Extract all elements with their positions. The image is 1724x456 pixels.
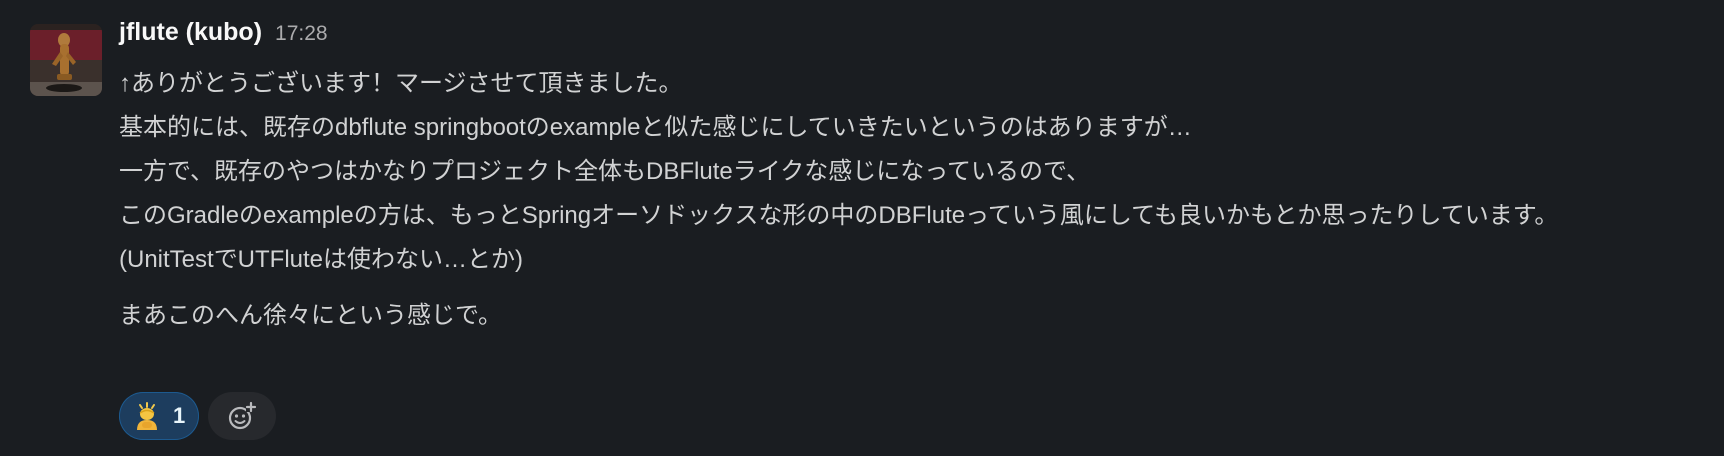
message-second-paragraph: まあこのへん徐々にという感じで。 <box>119 302 503 329</box>
message-container: jflute (kubo) 17:28 ↑ありがとうございます！マージさせて頂き… <box>0 0 1724 456</box>
message-line-4: このGradleのexampleの方は、もっとSpringオーソドックスな形の中… <box>119 202 1559 229</box>
author-name[interactable]: jflute (kubo) <box>119 18 262 47</box>
message-line-5: (UnitTestでUTFluteは使わない…とか) <box>119 246 524 273</box>
person-bowing-emoji-icon <box>137 402 157 430</box>
message-header: jflute (kubo) 17:28 <box>119 18 1709 62</box>
message-content: jflute (kubo) 17:28 ↑ありがとうございます！マージさせて頂き… <box>119 18 1709 338</box>
add-reaction-button[interactable] <box>208 392 277 440</box>
message-line-2: 基本的には、既存のdbflute springbootのexampleと似た感じ… <box>119 114 1192 141</box>
message-line-1: ↑ありがとうございます！マージさせて頂きました。 <box>119 70 683 97</box>
reaction-count: 1 <box>173 403 186 428</box>
message-timestamp[interactable]: 17:28 <box>275 22 328 46</box>
user-avatar[interactable] <box>30 24 102 96</box>
message-line-3: 一方で、既存のやつはかなりプロジェクト全体もDBFluteライクな感じになってい… <box>119 158 1091 185</box>
avatar-figurine-image <box>30 24 102 96</box>
reaction-pill[interactable]: 1 <box>119 392 200 440</box>
add-emoji-icon <box>229 401 257 430</box>
reaction-bar: 1 <box>119 392 277 440</box>
